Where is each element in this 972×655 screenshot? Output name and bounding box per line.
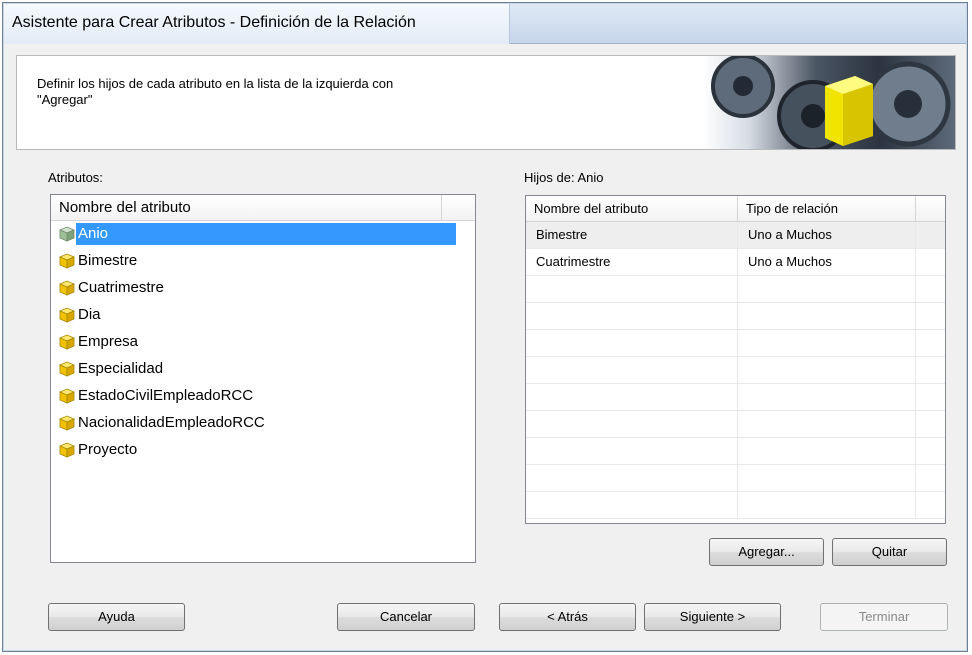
tree-item-dia[interactable]: Dia — [58, 304, 105, 326]
atributos-label: Atributos: — [48, 170, 103, 185]
table-row[interactable]: Cuatrimestre Uno a Muchos — [526, 249, 945, 276]
table-cell: Cuatrimestre — [526, 249, 738, 275]
tree-item-estadocivilempleadorcc[interactable]: EstadoCivilEmpleadoRCC — [58, 385, 257, 407]
column-header-filler — [916, 196, 945, 221]
table-cell: Uno a Muchos — [738, 249, 916, 275]
cube-icon — [58, 415, 76, 431]
cube-icon — [58, 253, 76, 269]
children-grid[interactable]: Nombre del atributo Tipo de relación Bim… — [525, 195, 946, 524]
table-cell — [526, 492, 738, 518]
cube-icon — [58, 388, 76, 404]
tree-item-bimestre[interactable]: Bimestre — [58, 250, 141, 272]
table-cell — [526, 276, 738, 302]
table-row[interactable] — [526, 438, 945, 465]
tree-item-proyecto[interactable]: Proyecto — [58, 439, 141, 461]
tree-item-label: Especialidad — [78, 360, 164, 377]
header-description: Definir los hijos de cada atributo en la… — [37, 76, 394, 107]
table-cell — [916, 276, 945, 302]
table-row[interactable] — [526, 465, 945, 492]
cube-icon — [58, 361, 76, 377]
tree-item-label: NacionalidadEmpleadoRCC — [78, 414, 265, 431]
tree-item-label: Empresa — [78, 333, 139, 350]
cancelar-button[interactable]: Cancelar — [337, 603, 475, 631]
table-cell — [526, 438, 738, 464]
tree-item-anio[interactable]: Anio — [58, 223, 456, 245]
table-row[interactable] — [526, 357, 945, 384]
table-cell — [738, 303, 916, 329]
tree-item-label: EstadoCivilEmpleadoRCC — [78, 387, 254, 404]
cube-icon — [58, 334, 76, 350]
table-cell — [916, 357, 945, 383]
tree-item-nacionalidadempleadorcc[interactable]: NacionalidadEmpleadoRCC — [58, 412, 269, 434]
column-header-tipo-relacion[interactable]: Tipo de relación — [738, 196, 916, 221]
tree-item-label: Proyecto — [78, 441, 138, 458]
table-cell — [526, 384, 738, 410]
table-cell — [916, 222, 945, 248]
attributes-tree[interactable]: Nombre del atributo Anio Bimestre Cuatri… — [50, 194, 476, 563]
table-row[interactable] — [526, 303, 945, 330]
table-cell — [916, 303, 945, 329]
table-cell — [526, 303, 738, 329]
table-row[interactable] — [526, 276, 945, 303]
terminar-button[interactable]: Terminar — [820, 603, 948, 631]
table-cell — [738, 465, 916, 491]
table-row[interactable] — [526, 492, 945, 519]
table-row[interactable] — [526, 330, 945, 357]
table-cell — [916, 249, 945, 275]
table-cell — [916, 411, 945, 437]
attributes-tree-header: Nombre del atributo — [51, 195, 475, 221]
table-cell — [916, 465, 945, 491]
tree-item-label: Anio — [76, 223, 456, 245]
table-cell — [738, 384, 916, 410]
gears-banner-image — [703, 56, 955, 149]
hijos-label: Hijos de: Anio — [524, 170, 604, 185]
cube-icon — [58, 442, 76, 458]
siguiente-button[interactable]: Siguiente > — [644, 603, 781, 631]
table-row[interactable] — [526, 384, 945, 411]
table-row[interactable] — [526, 411, 945, 438]
children-grid-header: Nombre del atributo Tipo de relación — [526, 196, 945, 222]
atras-button[interactable]: < Atrás — [499, 603, 636, 631]
column-header-nombre[interactable]: Nombre del atributo — [526, 196, 738, 221]
wizard-window: Asistente para Crear Atributos - Definic… — [2, 2, 968, 652]
tree-item-label: Bimestre — [78, 252, 138, 269]
table-cell — [916, 492, 945, 518]
table-row[interactable]: Bimestre Uno a Muchos — [526, 222, 945, 249]
agregar-button[interactable]: Agregar... — [709, 538, 824, 566]
cube-icon — [58, 307, 76, 323]
children-grid-body: Bimestre Uno a Muchos Cuatrimestre Uno a… — [526, 222, 945, 519]
table-cell — [738, 438, 916, 464]
table-cell — [526, 330, 738, 356]
column-header-filler — [442, 195, 475, 220]
table-cell — [526, 357, 738, 383]
table-cell — [526, 411, 738, 437]
table-cell: Uno a Muchos — [738, 222, 916, 248]
quitar-button[interactable]: Quitar — [832, 538, 947, 566]
table-cell — [738, 276, 916, 302]
tree-item-label: Dia — [78, 306, 101, 323]
table-cell — [738, 330, 916, 356]
column-header-nombre[interactable]: Nombre del atributo — [51, 195, 442, 220]
wizard-header: Definir los hijos de cada atributo en la… — [16, 55, 956, 150]
ayuda-button[interactable]: Ayuda — [48, 603, 185, 631]
table-cell — [738, 492, 916, 518]
tree-item-cuatrimestre[interactable]: Cuatrimestre — [58, 277, 168, 299]
grid-cube-icon — [58, 226, 76, 242]
table-cell: Bimestre — [526, 222, 738, 248]
table-cell — [738, 411, 916, 437]
tree-item-especialidad[interactable]: Especialidad — [58, 358, 167, 380]
cube-icon — [58, 280, 76, 296]
table-cell — [526, 465, 738, 491]
tree-item-empresa[interactable]: Empresa — [58, 331, 142, 353]
window-title: Asistente para Crear Atributos - Definic… — [12, 14, 416, 31]
table-cell — [916, 438, 945, 464]
gears-icon — [711, 56, 951, 149]
table-cell — [916, 330, 945, 356]
title-bar[interactable]: Asistente para Crear Atributos - Definic… — [4, 4, 966, 44]
tree-item-label: Cuatrimestre — [78, 279, 164, 296]
table-cell — [916, 384, 945, 410]
table-cell — [738, 357, 916, 383]
